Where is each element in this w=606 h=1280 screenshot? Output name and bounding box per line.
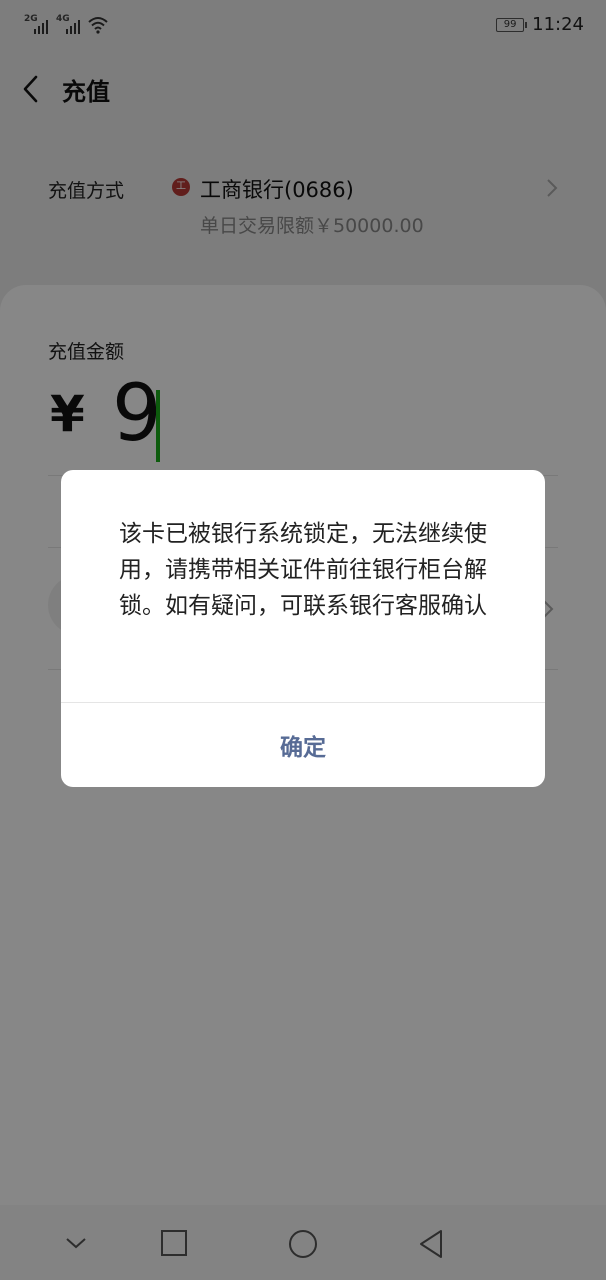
confirm-button[interactable]: 确定 [61, 703, 545, 787]
dialog-message: 该卡已被银行系统锁定，无法继续使用，请携带相关证件前往银行柜台解锁。如有疑问，可… [119, 521, 487, 619]
alert-dialog: 该卡已被银行系统锁定，无法继续使用，请携带相关证件前往银行柜台解锁。如有疑问，可… [61, 470, 545, 787]
